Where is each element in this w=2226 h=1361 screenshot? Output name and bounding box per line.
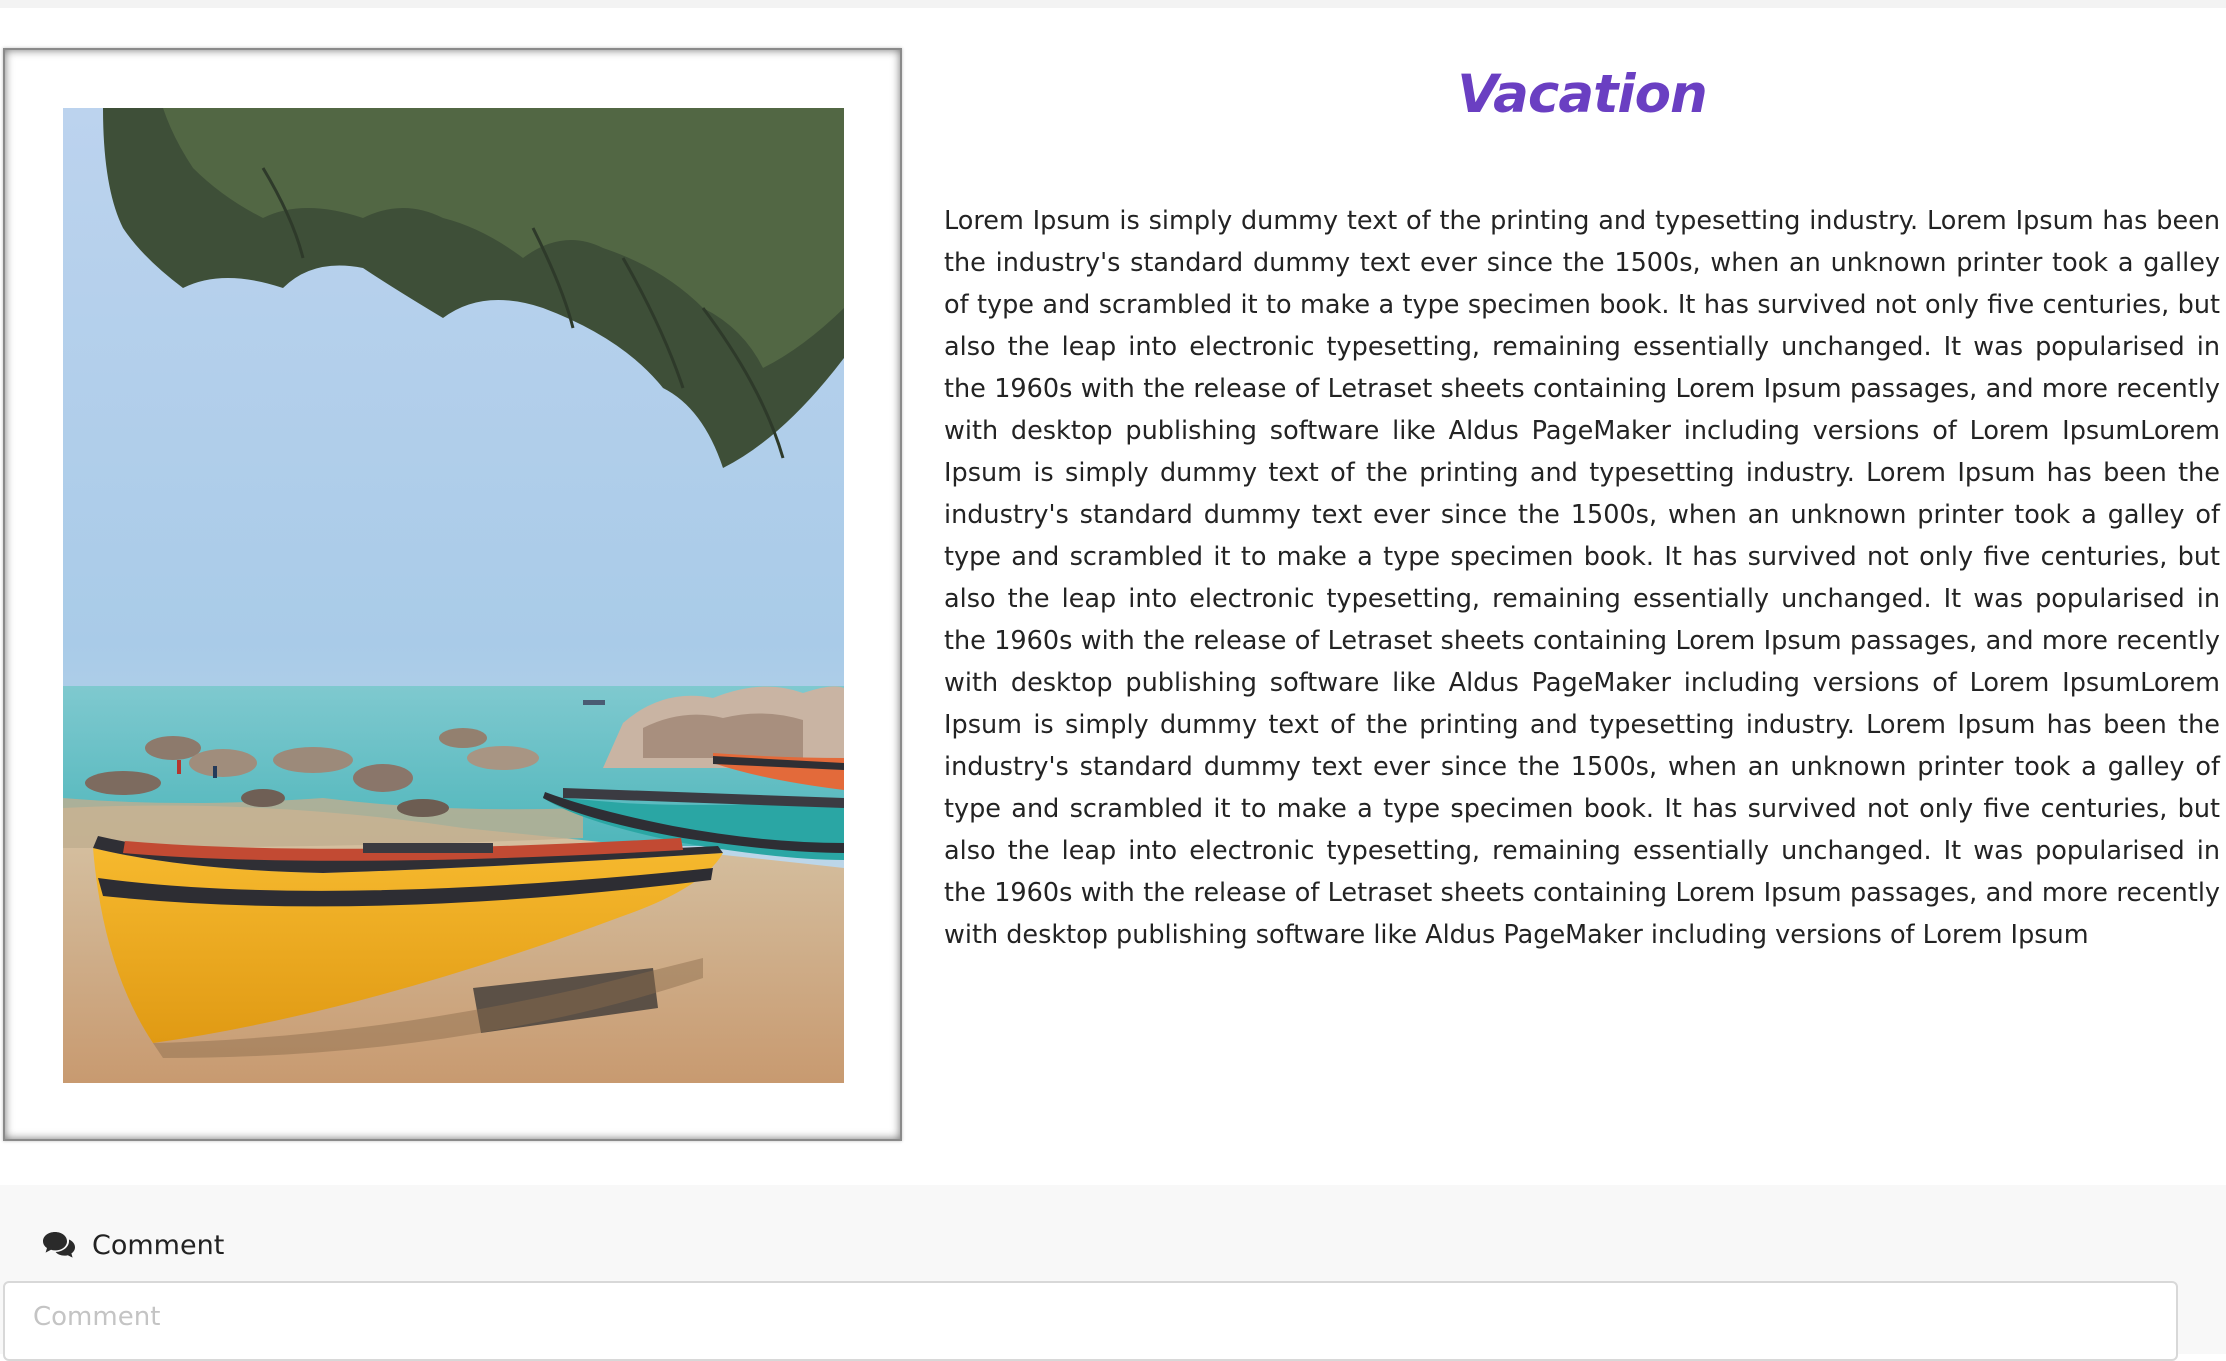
comment-label: Comment	[92, 1229, 225, 1261]
article-title: Vacation	[1457, 64, 1708, 125]
comment-section: Comment	[0, 1185, 2226, 1361]
photo-frame	[3, 48, 902, 1141]
comments-icon	[42, 1230, 76, 1260]
comment-header: Comment	[42, 1225, 224, 1265]
top-strip	[0, 0, 2226, 8]
comment-input[interactable]	[3, 1281, 2178, 1361]
article-body: Lorem Ipsum is simply dummy text of the …	[944, 206, 2220, 950]
beach-boats-photo	[63, 108, 844, 1083]
